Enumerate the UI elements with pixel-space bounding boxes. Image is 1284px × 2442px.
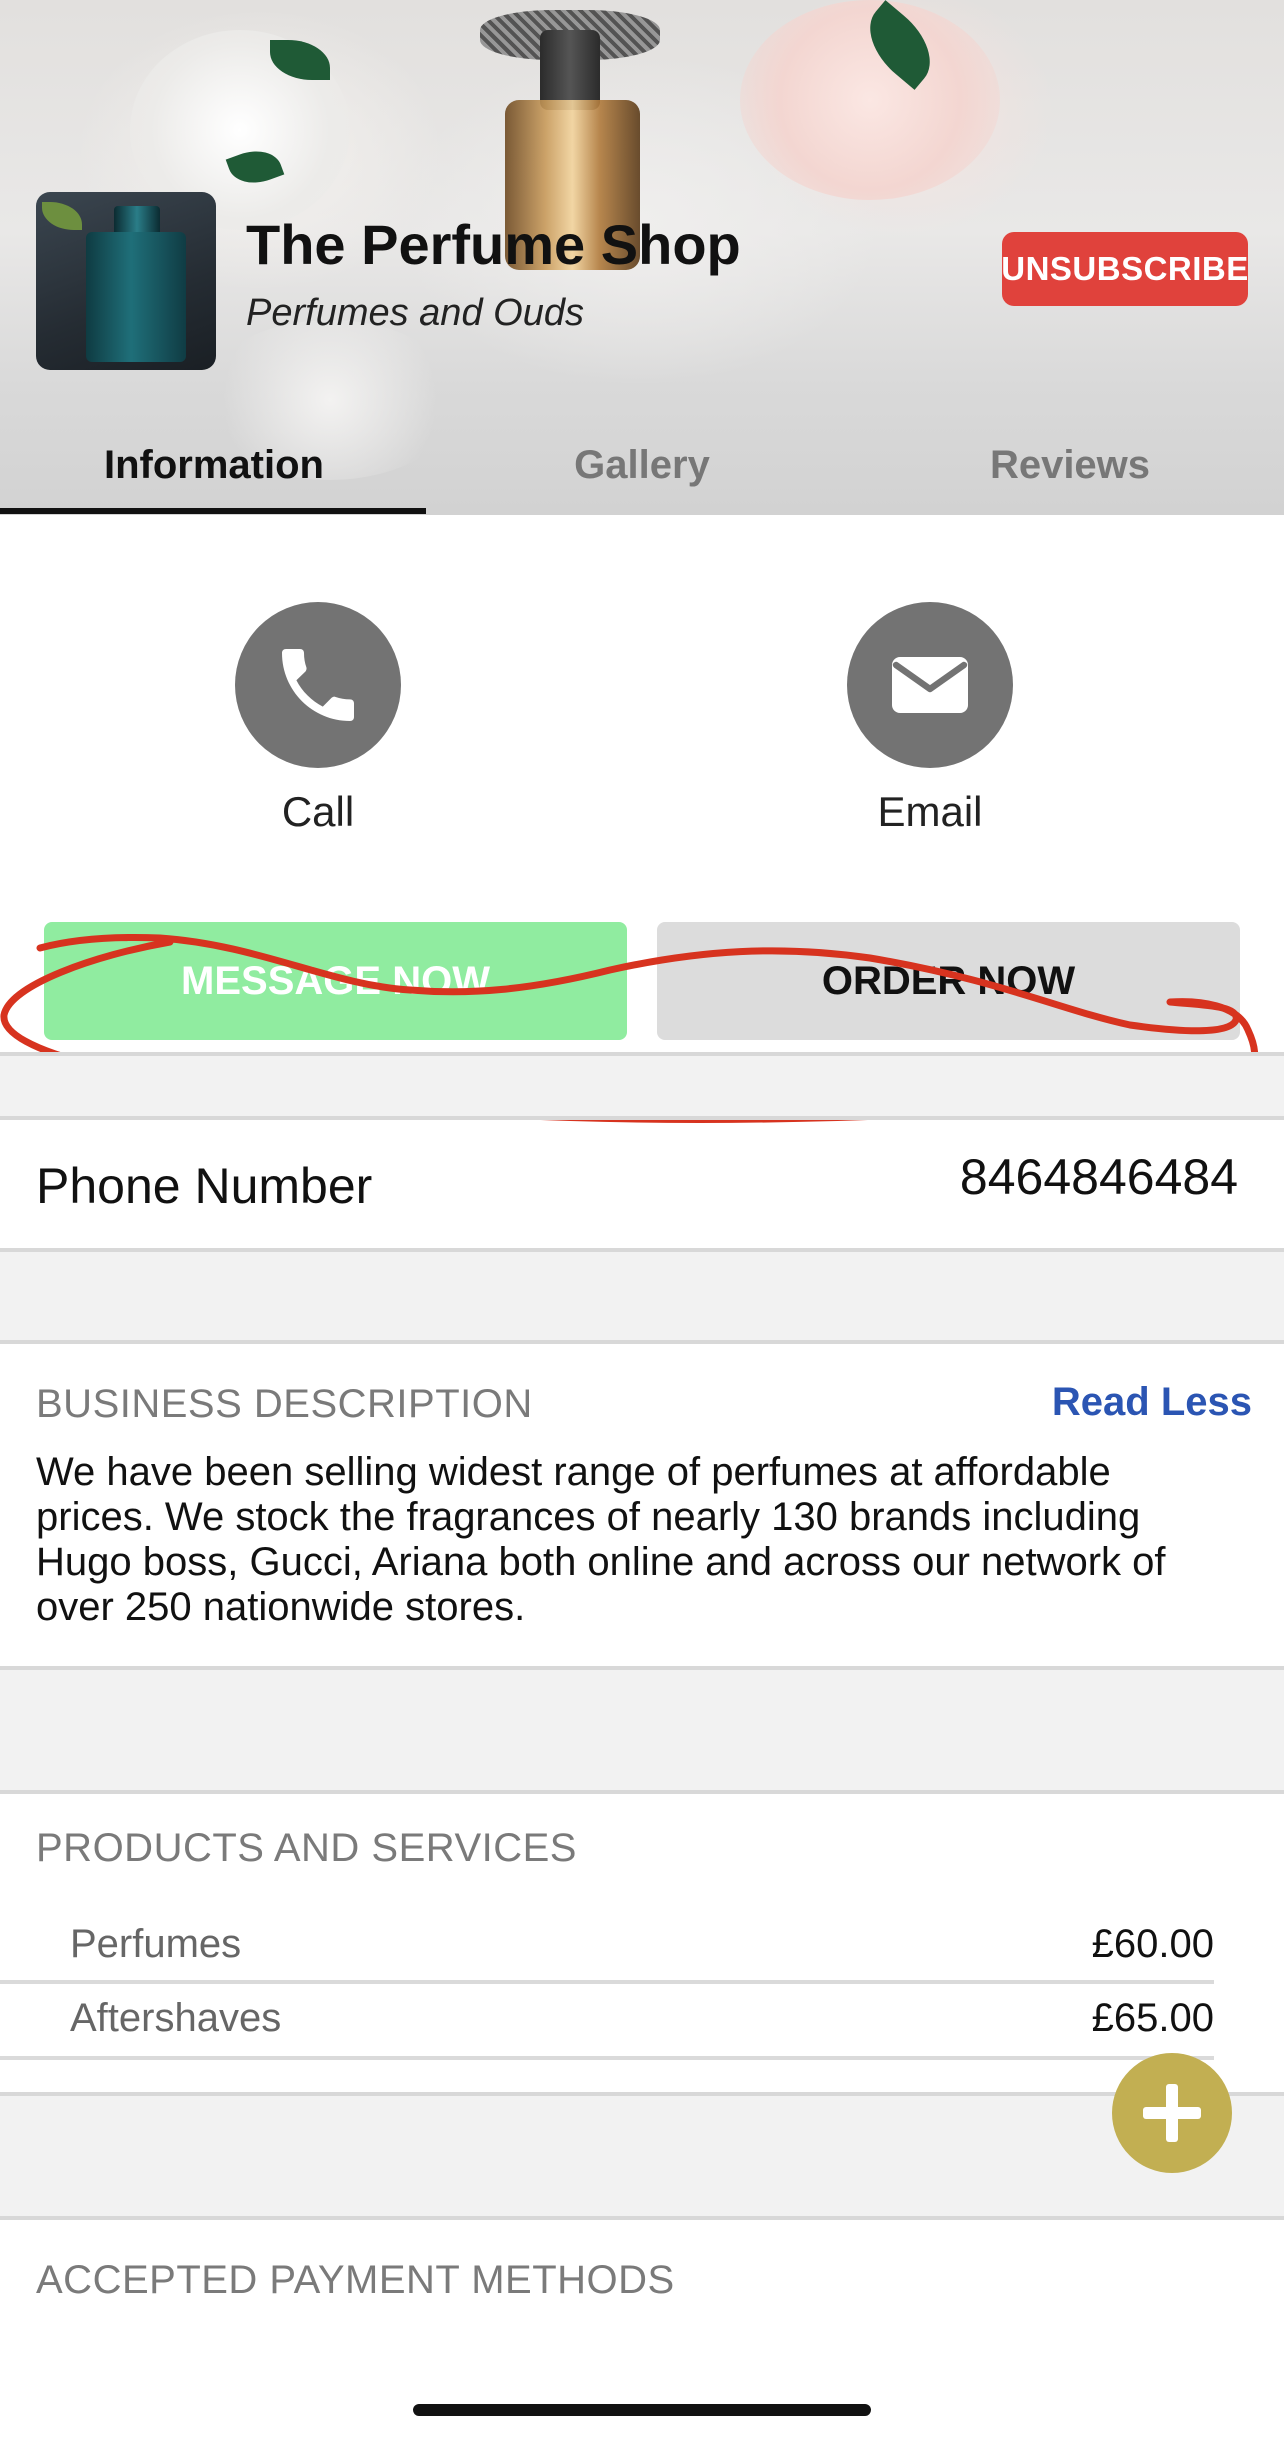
call-label: Call [281,788,355,835]
email-button[interactable] [847,602,1013,768]
call-action[interactable]: Call [235,602,401,835]
divider [0,1980,1214,1984]
phone-number-value[interactable]: 8464846484 [960,1148,1238,1206]
business-description-heading: BUSINESS DESCRIPTION [36,1382,533,1426]
email-action[interactable]: Email [847,602,1013,835]
phone-icon [282,649,354,721]
product-name: Perfumes [70,1922,242,1966]
logo-bottle [86,232,186,362]
tab-gallery[interactable]: Gallery [428,415,856,515]
active-tab-indicator [0,508,426,514]
read-less-link[interactable]: Read Less [1052,1380,1252,1425]
message-now-button[interactable]: MESSAGE NOW [44,922,627,1040]
home-indicator [413,2404,871,2416]
product-row[interactable]: Perfumes £60.00 [70,1922,1214,1967]
divider [0,1790,1284,1794]
phone-number-label: Phone Number [36,1158,373,1214]
products-heading: PRODUCTS AND SERVICES [36,1826,577,1870]
unsubscribe-button[interactable]: UNSUBSCRIBE [1001,232,1248,306]
product-price: £65.00 [1091,1996,1214,2040]
product-name: Aftershaves [70,1996,282,2040]
section-spacer [0,2096,1284,2218]
product-row[interactable]: Aftershaves £65.00 [70,1996,1214,2041]
tab-bar: Information Gallery Reviews [0,415,1284,515]
section-spacer [0,1670,1284,1792]
shop-logo [36,192,216,370]
logo-leaf [42,202,82,230]
divider [0,1052,1284,1056]
envelope-icon [892,657,968,713]
divider [0,2056,1214,2060]
shop-subtitle: Perfumes and Ouds [246,292,584,334]
divider [0,1116,1284,1120]
order-now-button[interactable]: ORDER NOW [657,922,1240,1040]
tab-reviews[interactable]: Reviews [856,415,1284,515]
product-price: £60.00 [1091,1922,1214,1966]
business-description-text: We have been selling widest range of per… [36,1450,1166,1629]
header-bottle-cap [540,30,600,110]
payment-methods-heading: ACCEPTED PAYMENT METHODS [36,2258,675,2302]
add-fab-button[interactable] [1112,2053,1232,2173]
plus-icon [1143,2084,1201,2142]
email-label: Email [877,788,983,835]
shop-title: The Perfume Shop [246,213,741,276]
divider [0,1340,1284,1344]
tab-information[interactable]: Information [0,415,428,515]
profile-header: The Perfume Shop Perfumes and Ouds UNSUB… [0,0,1284,515]
divider [0,2216,1284,2220]
section-spacer [0,1052,1284,1116]
business-profile-page: The Perfume Shop Perfumes and Ouds UNSUB… [0,0,1284,2442]
call-button[interactable] [235,602,401,768]
section-spacer [0,1252,1284,1342]
